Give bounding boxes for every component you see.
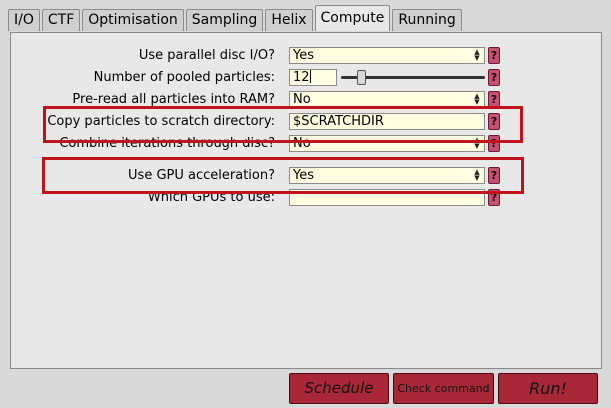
help-button[interactable]: ?: [488, 69, 500, 86]
updown-arrows-icon: ▲ ▼: [474, 92, 480, 106]
parallel-io-label: Use parallel disc I/O?: [138, 48, 275, 63]
tab-helix[interactable]: Helix: [265, 9, 313, 31]
tab-io[interactable]: I/O: [8, 9, 40, 31]
tab-optimisation[interactable]: Optimisation: [82, 9, 184, 31]
slider-thumb[interactable]: [357, 70, 366, 85]
help-button[interactable]: ?: [488, 47, 500, 64]
pooled-particles-label: Number of pooled particles:: [93, 70, 275, 85]
pooled-particles-input[interactable]: 12: [289, 69, 337, 86]
tab-running[interactable]: Running: [392, 9, 462, 31]
schedule-button[interactable]: Schedule: [289, 373, 389, 404]
check-command-button[interactable]: Check command: [393, 373, 494, 404]
tab-bar: I/O CTF Optimisation Sampling Helix Comp…: [8, 5, 464, 32]
tab-sampling[interactable]: Sampling: [185, 9, 264, 31]
text-cursor: [309, 70, 311, 83]
tab-compute[interactable]: Compute: [314, 5, 391, 31]
pooled-particles-value: 12: [293, 70, 310, 85]
preread-value: No: [293, 92, 311, 107]
tab-ctf[interactable]: CTF: [41, 9, 81, 31]
compute-panel: Use parallel disc I/O? Yes ▲ ▼ ? Number o…: [10, 32, 602, 369]
run-button[interactable]: Run!: [498, 373, 598, 404]
row-pooled-particles: Number of pooled particles: 12 ?: [11, 68, 601, 88]
row-parallel-io: Use parallel disc I/O? Yes ▲ ▼ ?: [11, 46, 601, 66]
parallel-io-value: Yes: [293, 48, 314, 63]
highlight-box-scratch: [43, 106, 523, 143]
highlight-box-gpu: [42, 157, 524, 194]
updown-arrows-icon: ▲ ▼: [474, 48, 480, 62]
parallel-io-select[interactable]: Yes ▲ ▼: [289, 47, 485, 64]
pooled-particles-slider[interactable]: [341, 69, 485, 87]
